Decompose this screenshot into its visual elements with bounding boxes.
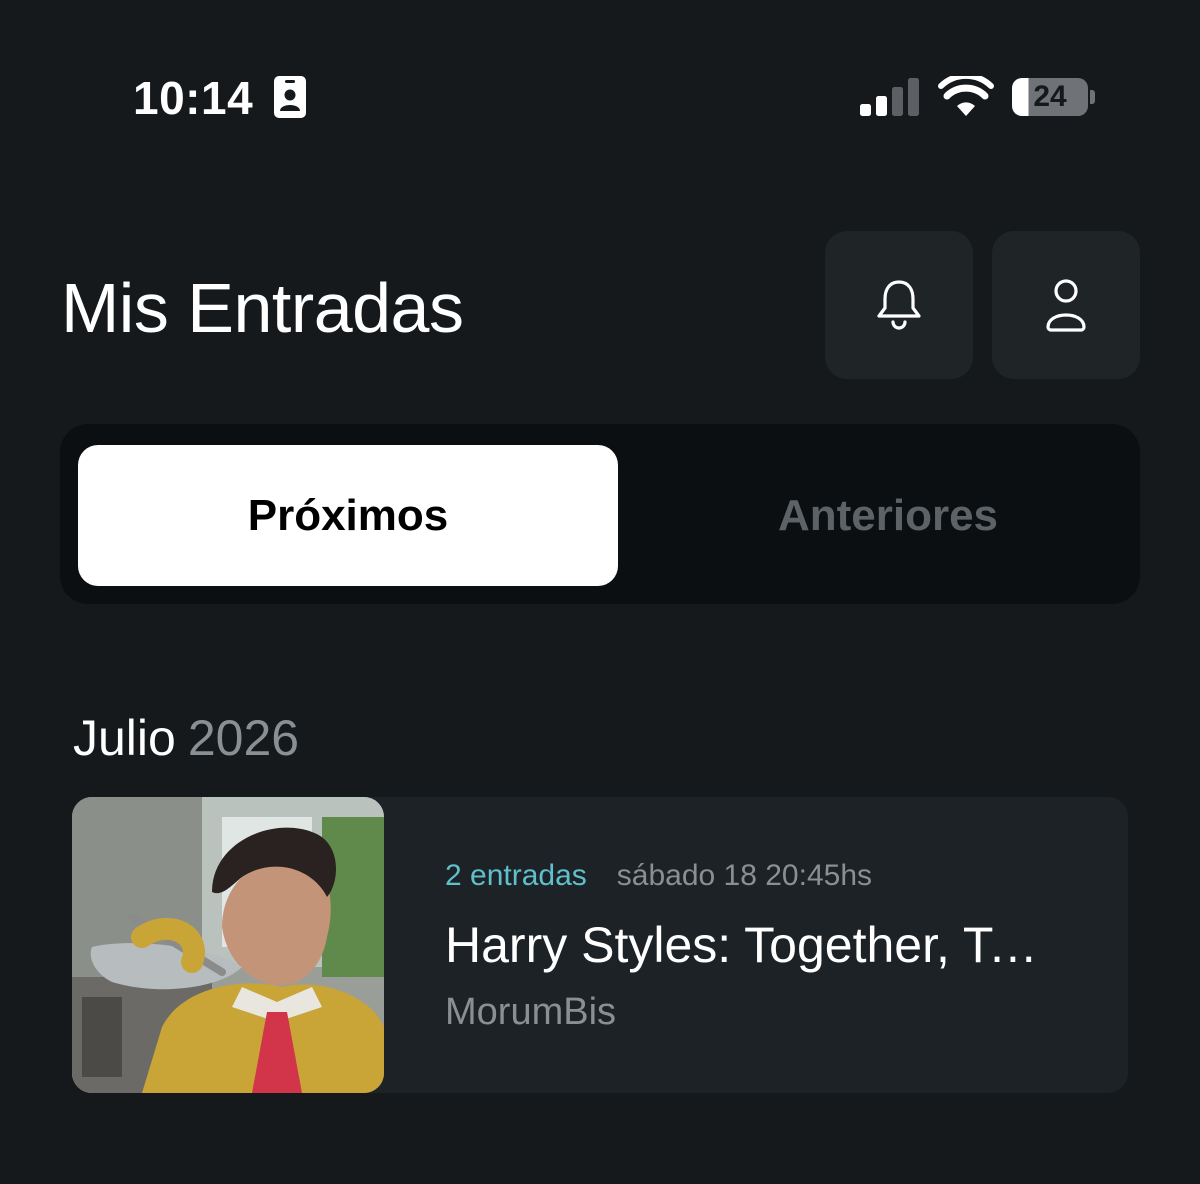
- profile-button[interactable]: [992, 231, 1140, 379]
- notifications-button[interactable]: [825, 231, 973, 379]
- section-month: Julio: [73, 710, 176, 766]
- event-title: Harry Styles: Together, Together: [445, 917, 1065, 973]
- event-venue: MorumBis: [445, 991, 617, 1033]
- id-badge-icon: [274, 76, 306, 118]
- user-icon: [1046, 279, 1086, 332]
- battery-level: 24: [1033, 80, 1067, 113]
- section-year: 2026: [187, 710, 300, 766]
- section-heading: Julio 2026: [73, 708, 299, 768]
- ticket-count: 2 entradas: [445, 859, 587, 892]
- cellular-signal-icon: [860, 78, 919, 116]
- page-title: Mis Entradas: [61, 269, 464, 347]
- event-datetime: sábado 18 20:45hs: [616, 859, 873, 892]
- event-image: [72, 797, 384, 1093]
- screen: 10:14 24 Mis Entradas Próximos Anteriore…: [0, 0, 1200, 1184]
- wifi-icon: [938, 76, 994, 116]
- tabs-segmented-control: Próximos Anteriores: [60, 424, 1140, 604]
- tab-proximos[interactable]: Próximos: [78, 445, 618, 586]
- tab-anteriores[interactable]: Anteriores: [618, 445, 1158, 586]
- bell-icon: [877, 280, 921, 330]
- event-meta: 2 entradas sábado 18 20:45hs: [445, 857, 872, 895]
- battery-icon: 24: [1012, 78, 1096, 118]
- event-card[interactable]: 2 entradas sábado 18 20:45hs Harry Styles…: [72, 797, 1128, 1093]
- status-time: 10:14: [133, 72, 254, 124]
- event-photo-illustration: [72, 797, 384, 1093]
